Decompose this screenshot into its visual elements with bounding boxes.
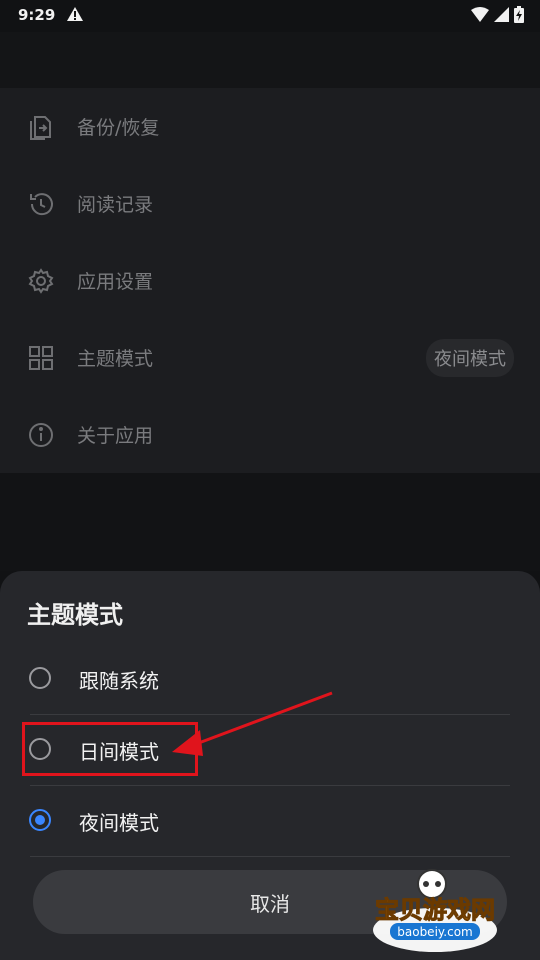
grid-icon [26,343,56,373]
menu-item-label: 应用设置 [77,271,154,293]
divider [30,714,510,715]
annotation-highlight-box [22,722,198,776]
menu-item-label: 主题模式 [77,348,154,370]
status-time: 9:29 [18,6,56,24]
settings-menu: 备份/恢复 阅读记录 应用设置 主题模式 夜间模式 关于应用 [0,88,540,473]
status-bar: 9:29 [0,0,540,32]
status-icons [471,6,524,23]
menu-item-about[interactable]: 关于应用 [0,396,540,473]
watermark-brand: 宝贝游戏网 [375,896,495,924]
menu-item-settings[interactable]: 应用设置 [0,242,540,319]
menu-item-label: 阅读记录 [77,194,154,216]
watermark-url: baobeiy.com [397,925,472,939]
radio-button-checked[interactable] [29,809,51,831]
menu-item-label: 关于应用 [77,425,154,447]
wifi-icon [471,7,489,22]
divider [30,856,510,857]
menu-item-theme[interactable]: 主题模式 夜间模式 [0,319,540,396]
option-follow-system[interactable]: 跟随系统 [0,645,540,715]
app-bar-dimmed [0,32,540,88]
option-night-mode[interactable]: 夜间模式 [0,787,540,857]
info-icon [26,420,56,450]
history-icon [26,189,56,219]
theme-value-badge: 夜间模式 [426,338,514,377]
menu-item-label: 备份/恢复 [77,117,160,139]
menu-item-history[interactable]: 阅读记录 [0,165,540,242]
backup-restore-icon [26,112,56,142]
warning-icon [66,6,84,26]
menu-item-backup[interactable]: 备份/恢复 [0,88,540,165]
radio-button[interactable] [29,667,51,689]
sheet-title: 主题模式 [27,601,123,629]
signal-icon [494,7,509,22]
battery-charging-icon [514,6,524,23]
option-label: 夜间模式 [79,811,159,835]
gear-icon [26,266,56,296]
divider [30,785,510,786]
watermark-logo: 宝贝游戏网 baobeiy.com [360,866,510,956]
option-label: 跟随系统 [79,669,159,693]
scrim[interactable] [0,473,540,571]
